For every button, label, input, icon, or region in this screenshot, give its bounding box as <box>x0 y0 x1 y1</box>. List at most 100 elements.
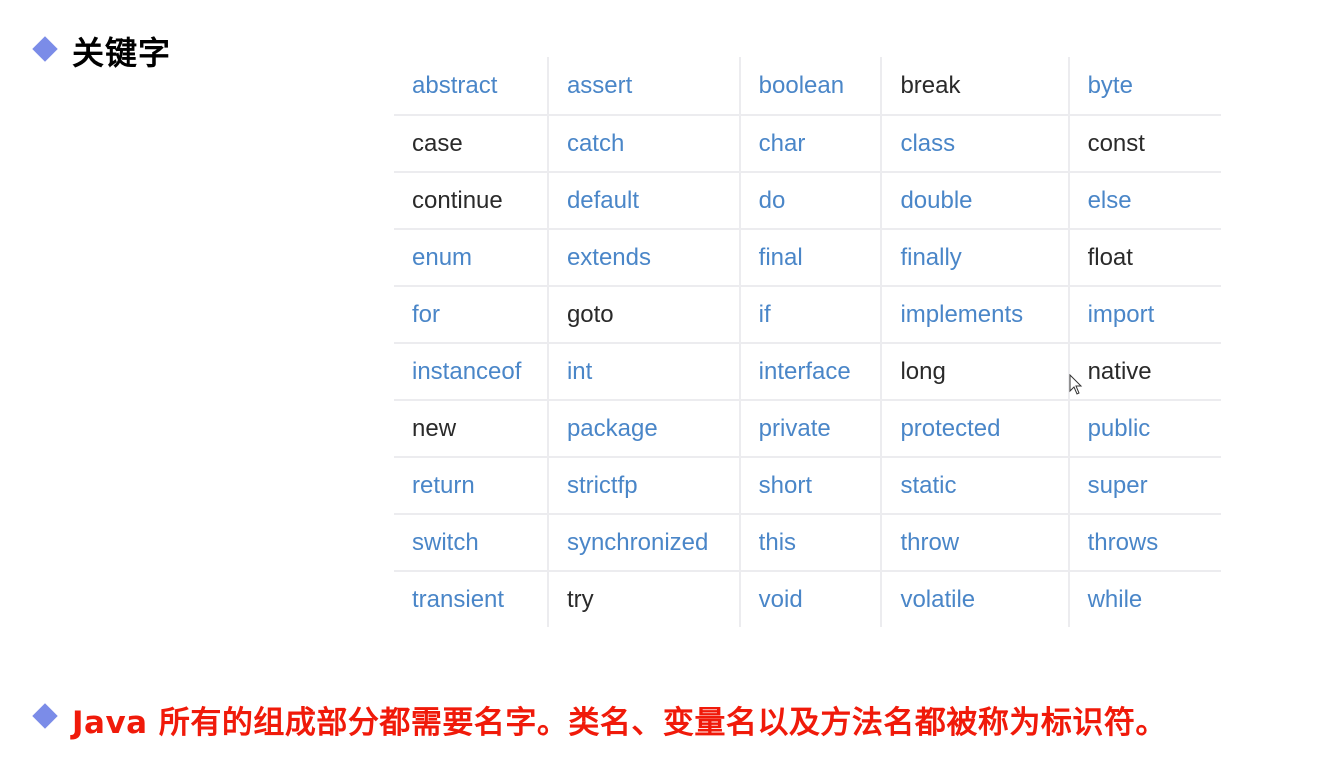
keyword-link[interactable]: synchronized <box>567 529 708 556</box>
keyword-text: continue <box>412 186 503 214</box>
keyword-cell: do <box>738 172 882 230</box>
keyword-link[interactable]: default <box>567 187 639 214</box>
keyword-link[interactable]: throw <box>900 529 959 556</box>
keyword-cell: transient <box>394 571 548 627</box>
keyword-cell: break <box>880 57 1069 116</box>
keyword-link[interactable]: finally <box>900 244 961 271</box>
keyword-cell: protected <box>880 400 1069 458</box>
keyword-cell: final <box>738 229 882 287</box>
keyword-cell: continue <box>394 172 548 230</box>
keyword-link[interactable]: for <box>412 301 440 328</box>
keyword-link[interactable]: assert <box>567 72 632 99</box>
keyword-cell: implements <box>880 286 1069 344</box>
keyword-cell: return <box>394 457 548 515</box>
keyword-text: long <box>900 357 946 385</box>
keyword-link[interactable]: else <box>1088 187 1132 214</box>
keyword-link[interactable]: return <box>412 472 475 499</box>
keyword-cell: double <box>880 172 1069 230</box>
footer-bullet-diamond-icon <box>32 703 58 729</box>
section-heading: 关键字 <box>72 34 172 72</box>
keyword-text: break <box>900 71 961 99</box>
table-row: continue default do double else <box>394 172 1221 230</box>
heading-bullet-diamond-icon <box>32 36 58 62</box>
keyword-cell: static <box>880 457 1069 515</box>
mouse-pointer-icon <box>1069 374 1083 395</box>
keyword-cell: finally <box>880 229 1069 287</box>
keyword-cell: abstract <box>394 57 548 116</box>
keyword-text: float <box>1087 243 1133 271</box>
table-row: abstract assert boolean break byte <box>394 57 1221 116</box>
table-row: switch synchronized this throw throws <box>394 514 1221 572</box>
keyword-link[interactable]: volatile <box>900 586 975 613</box>
keyword-link[interactable]: byte <box>1088 72 1133 99</box>
table-row: return strictfp short static super <box>394 457 1221 515</box>
keyword-link[interactable]: throws <box>1088 529 1159 556</box>
keyword-link[interactable]: instanceof <box>412 358 521 385</box>
keyword-cell: strictfp <box>546 457 740 515</box>
keyword-link[interactable]: extends <box>567 244 651 271</box>
keyword-cell: boolean <box>738 57 882 116</box>
table-row: enum extends final finally float <box>394 229 1221 287</box>
keyword-cell: private <box>738 400 882 458</box>
keyword-link[interactable]: abstract <box>412 72 497 99</box>
keyword-text: const <box>1087 129 1145 157</box>
keyword-link[interactable]: enum <box>412 244 472 271</box>
keyword-cell: public <box>1067 400 1221 458</box>
keyword-text: goto <box>566 300 614 328</box>
keyword-cell: long <box>880 343 1069 401</box>
keyword-cell: short <box>738 457 882 515</box>
keyword-text: try <box>566 585 594 613</box>
keyword-cell: instanceof <box>394 343 548 401</box>
keyword-link[interactable]: boolean <box>759 72 844 99</box>
keyword-cell: case <box>394 115 548 173</box>
keyword-cell: super <box>1067 457 1221 515</box>
keyword-cell: extends <box>546 229 740 287</box>
keyword-link[interactable]: protected <box>900 415 1000 442</box>
keyword-cell: enum <box>394 229 548 287</box>
table-row: instanceof int interface long native <box>394 343 1221 401</box>
keyword-cell: float <box>1067 229 1221 287</box>
keyword-text: case <box>412 129 463 157</box>
keyword-cell: synchronized <box>546 514 740 572</box>
keyword-cell: char <box>738 115 882 173</box>
keyword-link[interactable]: class <box>900 130 955 157</box>
keyword-cell: byte <box>1067 57 1221 116</box>
keyword-cell: int <box>546 343 740 401</box>
table-row: new package private protected public <box>394 400 1221 458</box>
keyword-link[interactable]: private <box>759 415 831 442</box>
keyword-link[interactable]: this <box>759 529 796 556</box>
keyword-link[interactable]: void <box>759 586 803 613</box>
keyword-cell: default <box>546 172 740 230</box>
table-row: case catch char class const <box>394 115 1221 173</box>
keyword-link[interactable]: import <box>1088 301 1155 328</box>
keyword-link[interactable]: switch <box>412 529 479 556</box>
keywords-table: abstract assert boolean break byte case catch c… <box>394 57 1221 627</box>
keyword-cell: interface <box>738 343 882 401</box>
keyword-cell: throw <box>880 514 1069 572</box>
keyword-link[interactable]: package <box>567 415 658 442</box>
keyword-link[interactable]: transient <box>412 586 504 613</box>
keyword-link[interactable]: strictfp <box>567 472 638 499</box>
keyword-cell: try <box>546 571 740 627</box>
keyword-link[interactable]: while <box>1088 586 1143 613</box>
keyword-link[interactable]: implements <box>900 301 1023 328</box>
keyword-cell: goto <box>546 286 740 344</box>
keyword-cell: new <box>394 400 548 458</box>
keyword-cell: switch <box>394 514 548 572</box>
keyword-link[interactable]: final <box>759 244 803 271</box>
keyword-link[interactable]: static <box>900 472 956 499</box>
keyword-link[interactable]: catch <box>567 130 624 157</box>
keyword-link[interactable]: interface <box>759 358 851 385</box>
keyword-link[interactable]: double <box>900 187 972 214</box>
keyword-text: native <box>1087 357 1152 385</box>
keyword-cell: const <box>1067 115 1221 173</box>
keyword-cell: throws <box>1067 514 1221 572</box>
keyword-link[interactable]: char <box>759 130 806 157</box>
keyword-link[interactable]: do <box>759 187 786 214</box>
keyword-link[interactable]: if <box>759 301 771 328</box>
keyword-link[interactable]: int <box>567 358 592 385</box>
keyword-link[interactable]: super <box>1088 472 1148 499</box>
keyword-cell: assert <box>546 57 740 116</box>
keyword-link[interactable]: public <box>1088 415 1151 442</box>
keyword-link[interactable]: short <box>759 472 812 499</box>
